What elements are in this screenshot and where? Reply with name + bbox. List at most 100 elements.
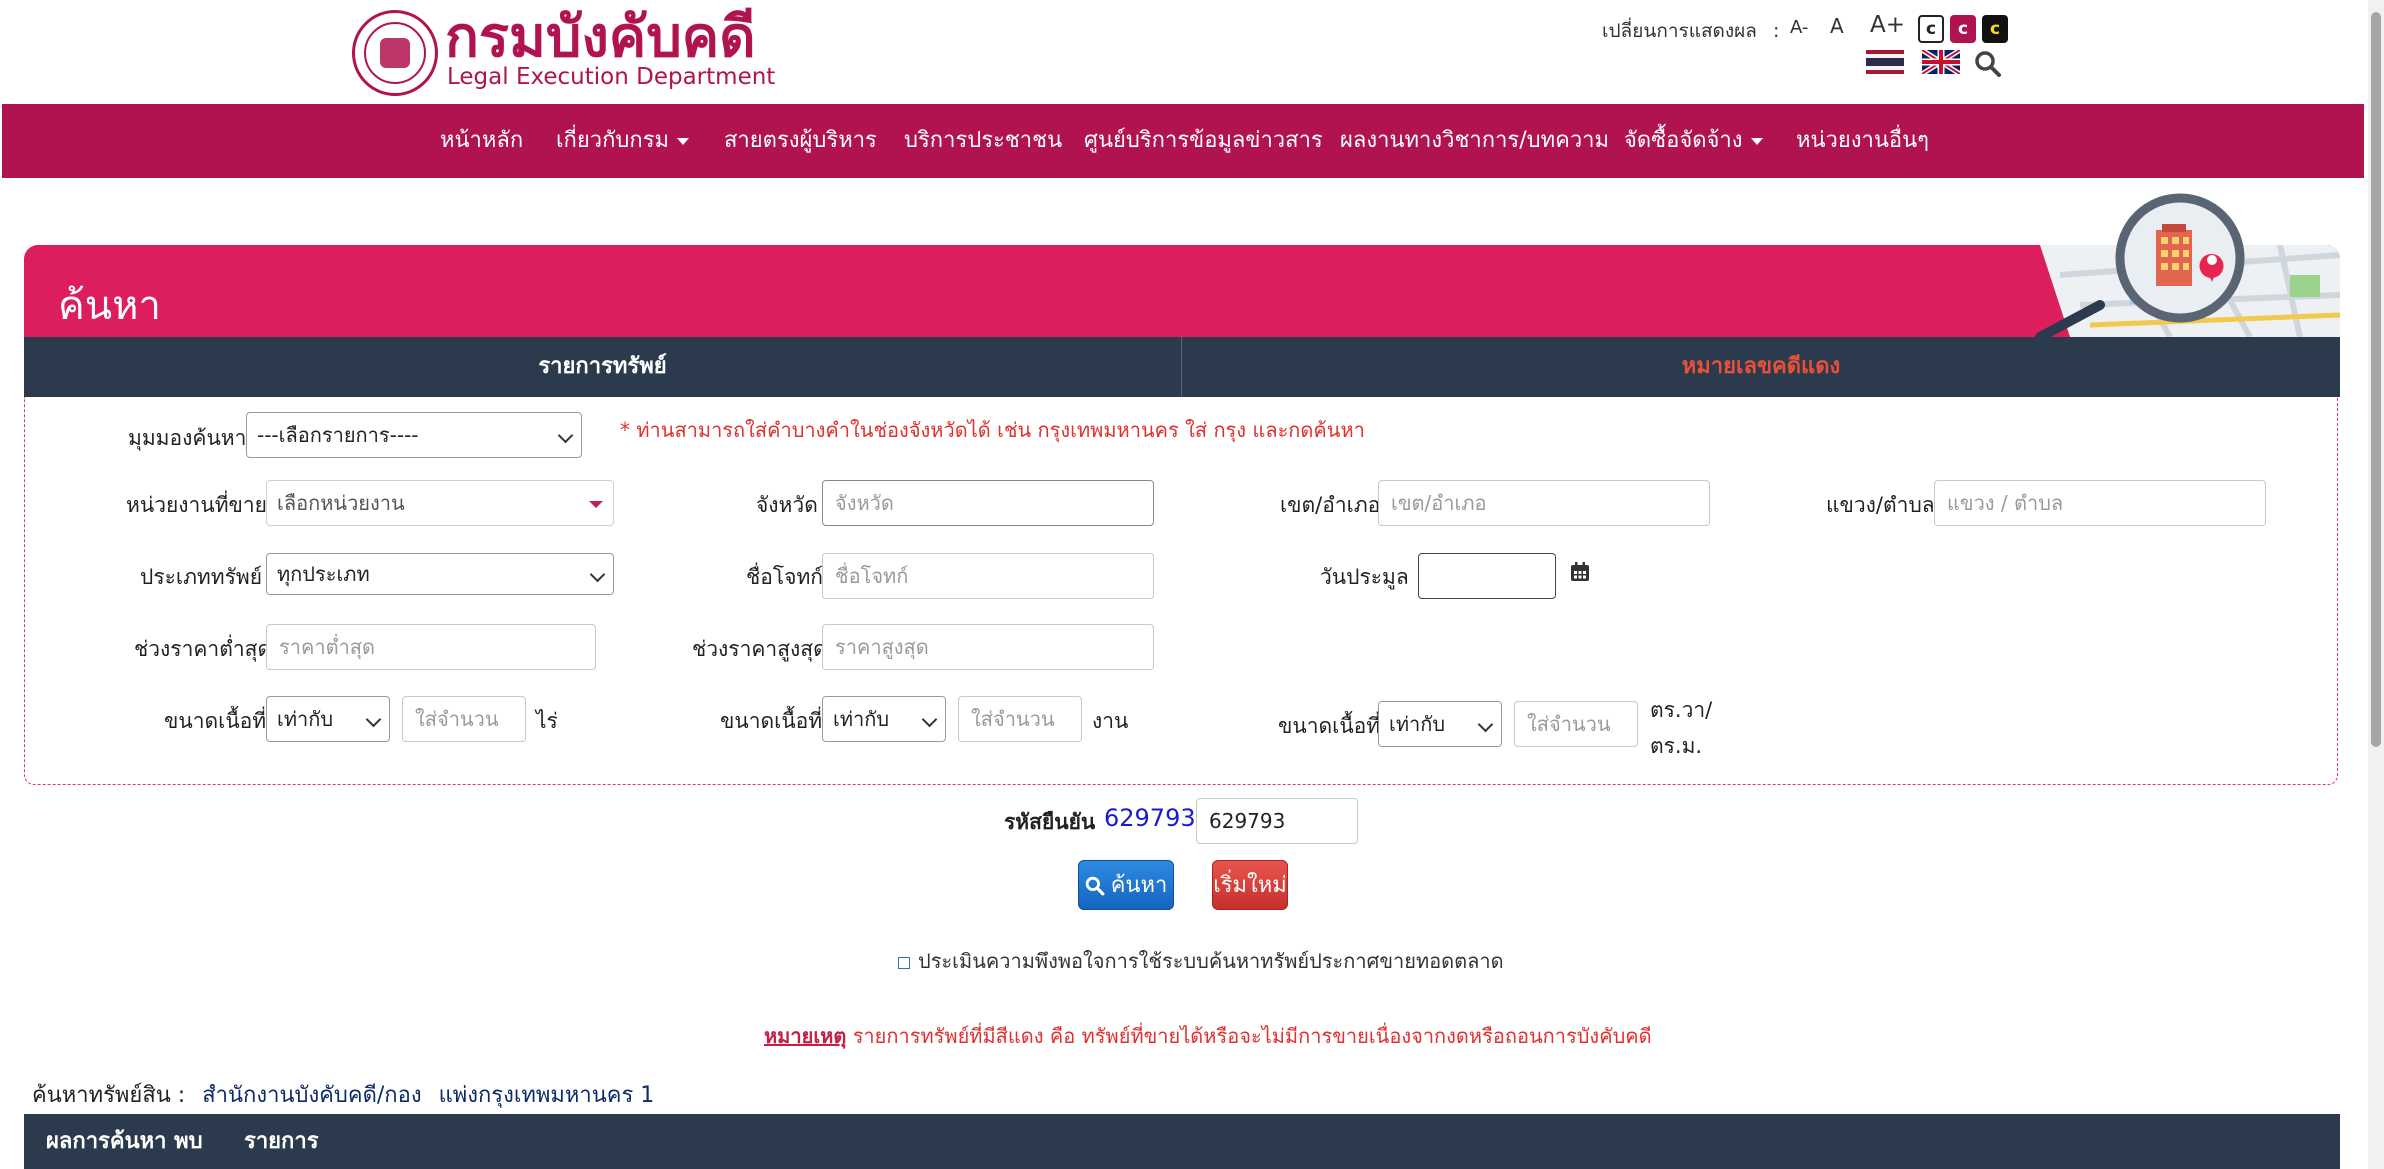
- search-icon: [1085, 876, 1105, 896]
- display-settings-separator: :: [1772, 20, 1780, 42]
- calendar-icon[interactable]: [1568, 560, 1592, 584]
- selling-unit-value: เลือกหน่วยงาน: [277, 491, 405, 515]
- auction-date-input[interactable]: [1418, 553, 1556, 599]
- contrast-normal-button[interactable]: c: [1918, 15, 1944, 43]
- subdistrict-input[interactable]: [1934, 480, 2266, 526]
- plaintiff-label: ชื่อโจทก์: [746, 565, 824, 589]
- site-header: กรมบังคับคดี Legal Execution Department …: [0, 0, 2384, 104]
- price-max-label: ช่วงราคาสูงสุด: [692, 637, 827, 661]
- search-button[interactable]: ค้นหา: [1078, 860, 1174, 910]
- nav-item-about[interactable]: เกี่ยวกับกรม: [556, 104, 690, 178]
- seal-inner-ring: [364, 22, 426, 84]
- area-ngan-operator-value: เท่ากับ: [833, 707, 890, 731]
- results-items-label: รายการ: [244, 1129, 319, 1154]
- price-min-input[interactable]: [266, 624, 596, 670]
- nav-item-procurement[interactable]: จัดซื้อจัดจ้าง: [1624, 104, 1763, 178]
- tab-property-list[interactable]: รายการทรัพย์: [24, 337, 1181, 397]
- tab-property-list-label: รายการทรัพย์: [538, 354, 667, 379]
- font-size-decrease-button[interactable]: A-: [1790, 17, 1808, 38]
- area-wa-label: ขนาดเนื้อที่: [1278, 714, 1381, 738]
- page-scrollbar[interactable]: [2368, 0, 2384, 1169]
- search-button-label: ค้นหา: [1110, 873, 1168, 898]
- contrast-pink-button[interactable]: c: [1950, 15, 1976, 43]
- satisfaction-survey-link[interactable]: ประเมินความพึงพอใจการใช้ระบบค้นหาทรัพย์ป…: [898, 945, 1504, 977]
- magnifier-building-icon: [2115, 193, 2245, 323]
- captcha-input[interactable]: [1196, 798, 1358, 844]
- area-wa-operator-value: เท่ากับ: [1389, 712, 1446, 736]
- search-tabs: รายการทรัพย์ หมายเลขคดีแดง: [24, 337, 2340, 397]
- property-type-select[interactable]: ทุกประเภท: [266, 553, 614, 595]
- area-ngan-operator-select[interactable]: เท่ากับ: [822, 696, 946, 742]
- area-ngan-label: ขนาดเนื้อที่: [720, 709, 823, 733]
- plaintiff-input[interactable]: [822, 553, 1154, 599]
- font-size-normal-button[interactable]: A: [1830, 14, 1844, 38]
- reset-button[interactable]: เริ่มใหม่: [1212, 860, 1288, 910]
- province-input[interactable]: [822, 480, 1154, 526]
- selling-unit-select[interactable]: เลือกหน่วยงาน: [266, 480, 614, 526]
- thai-flag-icon[interactable]: [1866, 50, 1904, 74]
- font-size-increase-button[interactable]: A+: [1870, 12, 1905, 38]
- satisfaction-survey-text: ประเมินความพึงพอใจการใช้ระบบค้นหาทรัพย์ป…: [918, 949, 1504, 973]
- chevron-down-icon: [557, 427, 574, 444]
- nav-item-procurement-label: จัดซื้อจัดจ้าง: [1624, 128, 1743, 153]
- property-type-value: ทุกประเภท: [277, 562, 370, 586]
- nav-item-academic[interactable]: ผลงานทางวิชาการ/บทความ: [1340, 104, 1609, 178]
- uk-flag-icon[interactable]: [1922, 50, 1960, 74]
- area-wa-operator-select[interactable]: เท่ากับ: [1378, 701, 1502, 747]
- area-ngan-input[interactable]: [958, 696, 1082, 742]
- results-title-place: แพ่งกรุงเทพมหานคร 1: [438, 1083, 655, 1108]
- property-type-label: ประเภททรัพย์: [140, 565, 263, 589]
- remark-label[interactable]: หมายเหตุ: [764, 1024, 846, 1048]
- display-settings-text: เปลี่ยนการแสดงผล: [1602, 20, 1757, 42]
- tab-red-case-number-label: หมายเลขคดีแดง: [1681, 354, 1841, 379]
- area-rai-operator-value: เท่ากับ: [277, 707, 334, 731]
- scrollbar-thumb[interactable]: [2371, 12, 2381, 747]
- search-hint-note: * ท่านสามารถใส่คำบางคำในช่องจังหวัดได้ เ…: [620, 418, 1365, 442]
- external-link-icon: [898, 956, 910, 969]
- chevron-down-icon: [365, 711, 382, 728]
- nav-item-other-agencies[interactable]: หน่วยงานอื่นๆ: [1796, 104, 1929, 178]
- contrast-dark-button[interactable]: c: [1982, 15, 2008, 43]
- chevron-down-icon: [921, 711, 938, 728]
- area-rai-operator-select[interactable]: เท่ากับ: [266, 696, 390, 742]
- chevron-down-icon: [1750, 137, 1763, 145]
- unit-wa-label: ตร.วา/: [1650, 698, 1713, 722]
- results-summary-bar: ผลการค้นหา พบ รายการ: [24, 1114, 2340, 1169]
- seal-emblem: [380, 38, 410, 68]
- captcha-label: รหัสยืนยัน: [1004, 810, 1096, 834]
- logo-title-thai[interactable]: กรมบังคับคดี: [445, 6, 756, 70]
- nav-item-home[interactable]: หน้าหลัก: [440, 104, 523, 178]
- logo-title-english[interactable]: Legal Execution Department: [447, 64, 775, 90]
- unit-rai-label: ไร่: [536, 709, 558, 733]
- department-seal-logo[interactable]: [352, 10, 438, 96]
- chevron-down-icon: [677, 137, 690, 145]
- area-rai-input[interactable]: [402, 696, 526, 742]
- view-select[interactable]: ---เลือกรายการ----: [246, 412, 582, 458]
- results-title: ค้นหาทรัพย์สิน : สำนักงานบังคับคดี/กอง แ…: [32, 1077, 654, 1112]
- subdistrict-label: แขวง/ตำบล: [1826, 493, 1935, 517]
- results-title-org: สำนักงานบังคับคดี/กอง: [202, 1083, 422, 1108]
- view-select-value: ---เลือกรายการ----: [257, 423, 419, 447]
- nav-item-executive-line[interactable]: สายตรงผู้บริหาร: [724, 104, 877, 178]
- captcha-code: 629793: [1104, 804, 1196, 832]
- chevron-down-icon: [1477, 716, 1494, 733]
- unit-ngan-label: งาน: [1092, 709, 1129, 733]
- main-nav: หน้าหลัก เกี่ยวกับกรม สายตรงผู้บริหาร บร…: [2, 104, 2364, 178]
- price-max-input[interactable]: [822, 624, 1154, 670]
- area-wa-input[interactable]: [1514, 701, 1638, 747]
- nav-item-info-center[interactable]: ศูนย์บริการข้อมูลข่าวสาร: [1084, 104, 1323, 178]
- auction-date-label: วันประมูล: [1320, 565, 1409, 589]
- tab-red-case-number[interactable]: หมายเลขคดีแดง: [1182, 337, 2340, 397]
- search-icon[interactable]: [1974, 50, 2002, 78]
- caret-down-icon: [589, 501, 603, 508]
- results-title-prefix: ค้นหาทรัพย์สิน :: [32, 1083, 186, 1108]
- remark-note: หมายเหตุ รายการทรัพย์ที่มีสีแดง คือ ทรัพ…: [764, 1020, 1652, 1052]
- unit-sqm-label: ตร.ม.: [1650, 734, 1703, 758]
- chevron-down-icon: [589, 566, 606, 583]
- nav-item-public-service[interactable]: บริการประชาชน: [904, 104, 1062, 178]
- results-found-label: ผลการค้นหา พบ: [46, 1129, 203, 1154]
- province-label: จังหวัด: [756, 493, 818, 517]
- district-input[interactable]: [1378, 480, 1710, 526]
- selling-unit-label: หน่วยงานที่ขาย: [126, 493, 267, 517]
- district-label: เขต/อำเภอ: [1280, 493, 1381, 517]
